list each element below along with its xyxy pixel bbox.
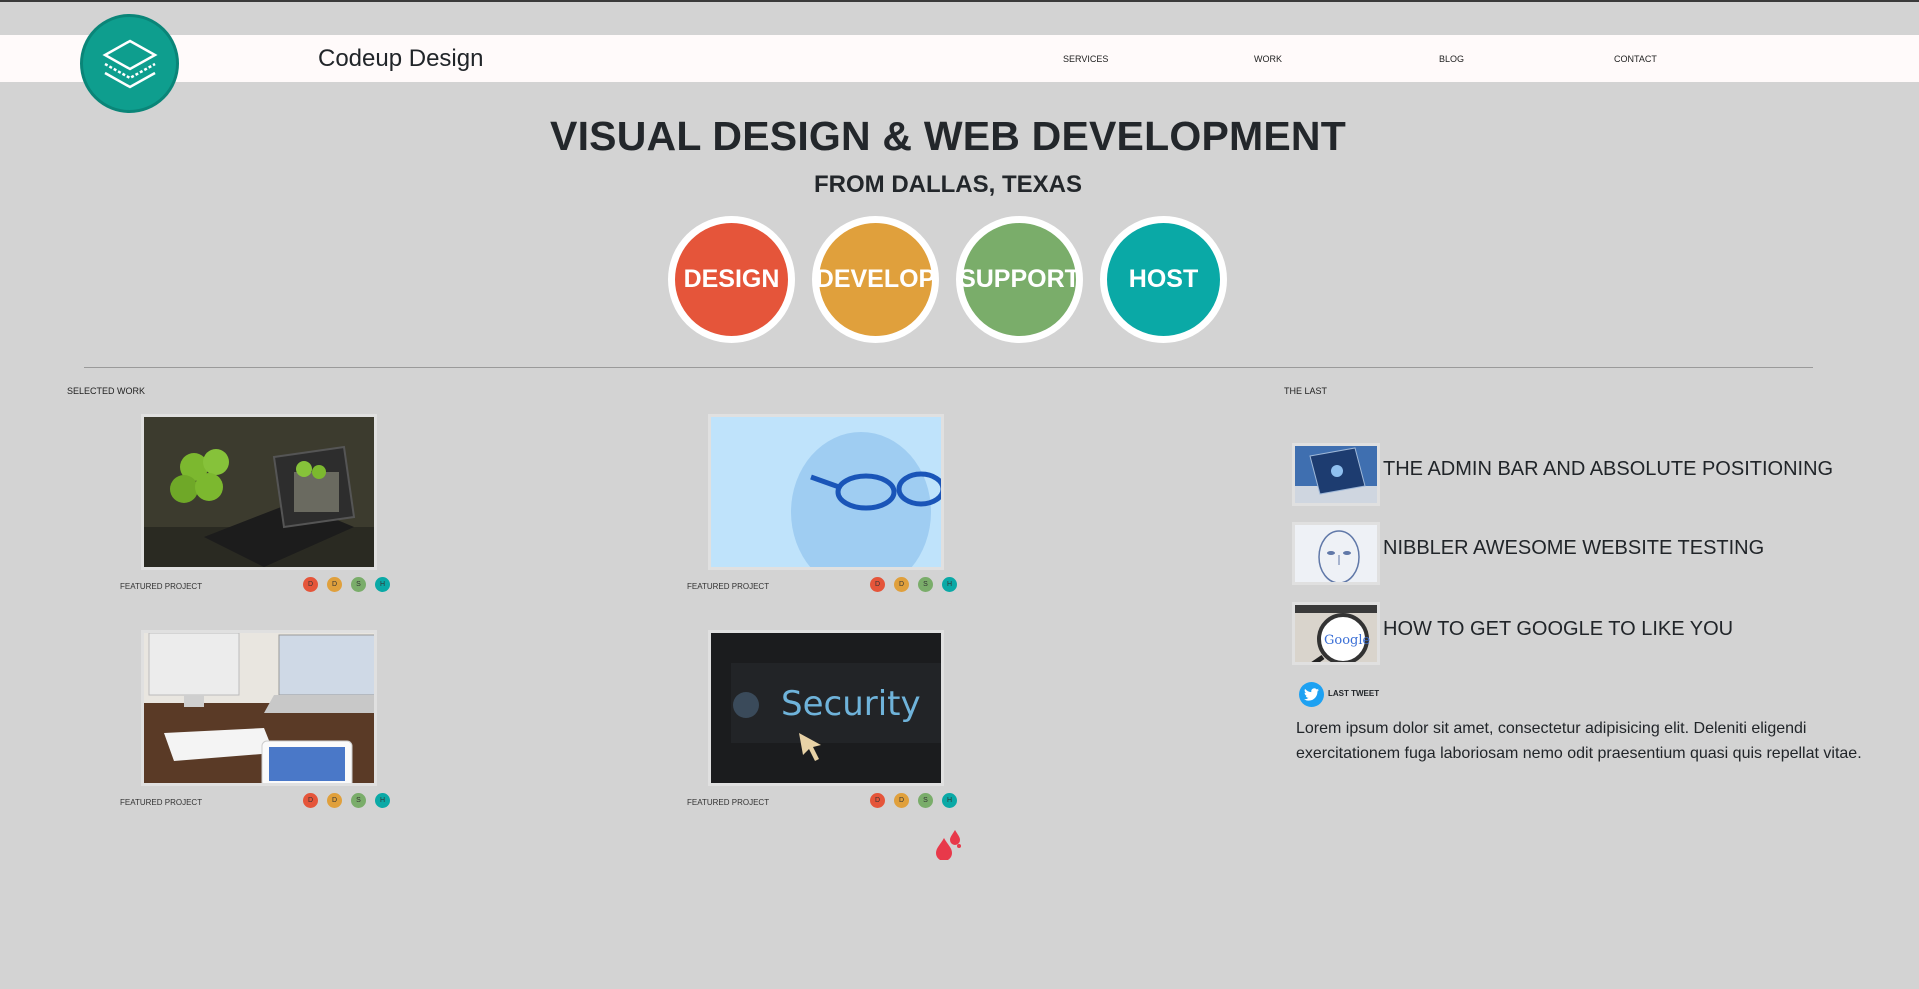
tag-develop-dot[interactable]: D [894,793,909,808]
service-support-button[interactable]: SUPPORT [956,216,1083,343]
project-caption: FEATURED PROJECT [687,798,770,807]
brand-name[interactable]: Codeup Design [318,45,483,73]
tag-host-dot[interactable]: H [375,793,390,808]
section-divider [84,367,1813,368]
project-caption: FEATURED PROJECT [687,582,770,591]
navbar: Codeup Design SERVICES WORK BLOG CONTACT [0,35,1919,82]
post-thumbnail-google[interactable]: Google [1292,602,1380,665]
last-tweet-label: LAST TWEET [1328,689,1380,698]
service-design-button[interactable]: DESIGN [668,216,795,343]
project-image-security[interactable]: Security [708,630,944,786]
tag-host-dot[interactable]: H [375,577,390,592]
tag-develop-dot[interactable]: D [327,793,342,808]
post-thumbnail-phone[interactable] [1292,443,1380,506]
post-title-link[interactable]: HOW TO GET GOOGLE TO LIKE YOU [1383,618,1733,641]
tag-support-dot[interactable]: S [351,577,366,592]
tag-support-dot[interactable]: S [918,577,933,592]
tag-design-dot[interactable]: D [303,577,318,592]
tweet-text: Lorem ipsum dolor sit amet, consectetur … [1296,720,1862,762]
blog-heading: THE LAST [1284,386,1328,396]
nav-blog[interactable]: BLOG [1439,54,1464,64]
selected-work-heading: SELECTED WORK [67,386,146,396]
tag-develop-dot[interactable]: D [894,577,909,592]
tag-develop-dot[interactable]: D [327,577,342,592]
tag-support-dot[interactable]: S [918,793,933,808]
tag-host-dot[interactable]: H [942,577,957,592]
twitter-icon[interactable] [1299,682,1324,707]
tag-design-dot[interactable]: D [303,793,318,808]
project-image-apples[interactable] [141,414,377,570]
nav-services[interactable]: SERVICES [1063,54,1108,64]
nav-work[interactable]: WORK [1254,54,1282,64]
project-caption: FEATURED PROJECT [120,798,203,807]
post-title-link[interactable]: THE ADMIN BAR AND ABSOLUTE POSITIONING [1383,458,1833,481]
service-host-button[interactable]: HOST [1100,216,1227,343]
svg-text:Security: Security [781,684,921,724]
drops-icon [934,828,962,865]
project-caption: FEATURED PROJECT [120,582,203,591]
service-develop-button[interactable]: DEVELOP [812,216,939,343]
layers-icon [101,39,158,88]
logo[interactable] [80,14,179,113]
project-image-binary-face[interactable] [708,414,944,570]
tag-support-dot[interactable]: S [351,793,366,808]
hero-subtitle: FROM DALLAS, TEXAS [814,171,1082,198]
tag-design-dot[interactable]: D [870,577,885,592]
tag-design-dot[interactable]: D [870,793,885,808]
post-thumbnail-sketch[interactable] [1292,522,1380,585]
top-border [0,0,1919,2]
post-title-link[interactable]: NIBBLER AWESOME WEBSITE TESTING [1383,537,1764,560]
hero-title: VISUAL DESIGN & WEB DEVELOPMENT [550,113,1346,159]
tag-host-dot[interactable]: H [942,793,957,808]
nav-contact[interactable]: CONTACT [1614,54,1657,64]
svg-text:Google: Google [1324,633,1371,648]
project-image-desk[interactable] [141,630,377,786]
